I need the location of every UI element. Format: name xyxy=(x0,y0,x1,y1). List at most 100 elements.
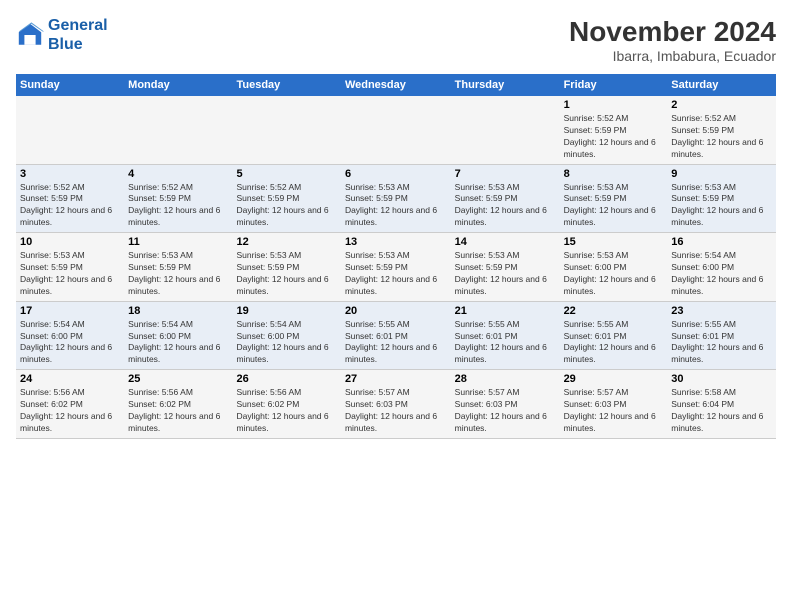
calendar-cell: 12Sunrise: 5:53 AMSunset: 5:59 PMDayligh… xyxy=(232,233,340,302)
day-info: Sunrise: 5:52 AMSunset: 5:59 PMDaylight:… xyxy=(128,182,228,230)
calendar-cell: 13Sunrise: 5:53 AMSunset: 5:59 PMDayligh… xyxy=(341,233,451,302)
day-info: Sunrise: 5:54 AMSunset: 6:00 PMDaylight:… xyxy=(236,319,336,367)
calendar-cell: 18Sunrise: 5:54 AMSunset: 6:00 PMDayligh… xyxy=(124,301,232,370)
day-info: Sunrise: 5:54 AMSunset: 6:00 PMDaylight:… xyxy=(20,319,120,367)
day-info: Sunrise: 5:53 AMSunset: 5:59 PMDaylight:… xyxy=(564,182,664,230)
logo-icon xyxy=(16,21,44,49)
header-tuesday: Tuesday xyxy=(232,74,340,96)
calendar-cell: 9 Sunrise: 5:53 AMSunset: 5:59 PMDaylight… xyxy=(667,164,776,233)
day-number: 25 xyxy=(128,373,228,385)
calendar-cell: 26 Sunrise: 5:56 AMSunset: 6:02 PMDayligh… xyxy=(232,370,340,439)
week-row-1: 3Sunrise: 5:52 AMSunset: 5:59 PMDaylight… xyxy=(16,164,776,233)
header-thursday: Thursday xyxy=(451,74,560,96)
day-number: 28 xyxy=(455,373,556,385)
day-info: Sunrise: 5:55 AMSunset: 6:01 PMDaylight:… xyxy=(564,319,664,367)
day-info: Sunrise: 5:53 AMSunset: 5:59 PMDaylight:… xyxy=(345,182,447,230)
day-number: 12 xyxy=(236,236,336,248)
day-info: Sunrise: 5:56 AMSunset: 6:02 PMDaylight:… xyxy=(128,387,228,435)
calendar-cell: 8 Sunrise: 5:53 AMSunset: 5:59 PMDaylight… xyxy=(560,164,668,233)
day-number: 20 xyxy=(345,305,447,317)
logo-general: General xyxy=(48,17,108,34)
day-info: Sunrise: 5:53 AMSunset: 5:59 PMDaylight:… xyxy=(20,250,120,298)
day-number: 4 xyxy=(128,168,228,180)
calendar-cell: 19 Sunrise: 5:54 AMSunset: 6:00 PMDayligh… xyxy=(232,301,340,370)
day-info: Sunrise: 5:55 AMSunset: 6:01 PMDaylight:… xyxy=(345,319,447,367)
day-info: Sunrise: 5:55 AMSunset: 6:01 PMDaylight:… xyxy=(671,319,772,367)
day-number: 24 xyxy=(20,373,120,385)
calendar-cell: 5 Sunrise: 5:52 AMSunset: 5:59 PMDaylight… xyxy=(232,164,340,233)
day-info: Sunrise: 5:55 AMSunset: 6:01 PMDaylight:… xyxy=(455,319,556,367)
calendar-cell: 17 Sunrise: 5:54 AMSunset: 6:00 PMDayligh… xyxy=(16,301,124,370)
week-row-3: 17 Sunrise: 5:54 AMSunset: 6:00 PMDayligh… xyxy=(16,301,776,370)
subtitle: Ibarra, Imbabura, Ecuador xyxy=(569,48,776,64)
day-number: 19 xyxy=(236,305,336,317)
calendar-cell: 6 Sunrise: 5:53 AMSunset: 5:59 PMDaylight… xyxy=(341,164,451,233)
day-info: Sunrise: 5:53 AMSunset: 5:59 PMDaylight:… xyxy=(455,250,556,298)
day-number: 10 xyxy=(20,236,120,248)
header: General Blue November 2024 Ibarra, Imbab… xyxy=(16,16,776,64)
day-info: Sunrise: 5:52 AMSunset: 5:59 PMDaylight:… xyxy=(236,182,336,230)
day-info: Sunrise: 5:53 AMSunset: 5:59 PMDaylight:… xyxy=(128,250,228,298)
calendar-cell: 3Sunrise: 5:52 AMSunset: 5:59 PMDaylight… xyxy=(16,164,124,233)
day-info: Sunrise: 5:54 AMSunset: 6:00 PMDaylight:… xyxy=(671,250,772,298)
calendar-cell: 30 Sunrise: 5:58 AMSunset: 6:04 PMDayligh… xyxy=(667,370,776,439)
week-row-0: 1 Sunrise: 5:52 AMSunset: 5:59 PMDaylight… xyxy=(16,96,776,164)
calendar-cell: 23 Sunrise: 5:55 AMSunset: 6:01 PMDayligh… xyxy=(667,301,776,370)
day-number: 14 xyxy=(455,236,556,248)
header-wednesday: Wednesday xyxy=(341,74,451,96)
day-number: 16 xyxy=(671,236,772,248)
day-number: 9 xyxy=(671,168,772,180)
calendar-cell xyxy=(124,96,232,164)
calendar-cell: 10 Sunrise: 5:53 AMSunset: 5:59 PMDayligh… xyxy=(16,233,124,302)
calendar-cell: 2 Sunrise: 5:52 AMSunset: 5:59 PMDaylight… xyxy=(667,96,776,164)
calendar-cell: 16 Sunrise: 5:54 AMSunset: 6:00 PMDayligh… xyxy=(667,233,776,302)
day-info: Sunrise: 5:52 AMSunset: 5:59 PMDaylight:… xyxy=(20,182,120,230)
day-info: Sunrise: 5:57 AMSunset: 6:03 PMDaylight:… xyxy=(455,387,556,435)
header-sunday: Sunday xyxy=(16,74,124,96)
day-info: Sunrise: 5:54 AMSunset: 6:00 PMDaylight:… xyxy=(128,319,228,367)
day-number: 26 xyxy=(236,373,336,385)
day-number: 8 xyxy=(564,168,664,180)
day-number: 7 xyxy=(455,168,556,180)
day-info: Sunrise: 5:58 AMSunset: 6:04 PMDaylight:… xyxy=(671,387,772,435)
week-row-2: 10 Sunrise: 5:53 AMSunset: 5:59 PMDayligh… xyxy=(16,233,776,302)
day-number: 11 xyxy=(128,236,228,248)
day-number: 1 xyxy=(564,99,664,111)
day-info: Sunrise: 5:56 AMSunset: 6:02 PMDaylight:… xyxy=(236,387,336,435)
day-number: 23 xyxy=(671,305,772,317)
day-info: Sunrise: 5:53 AMSunset: 5:59 PMDaylight:… xyxy=(671,182,772,230)
logo: General Blue xyxy=(16,16,108,54)
calendar-cell: 7 Sunrise: 5:53 AMSunset: 5:59 PMDaylight… xyxy=(451,164,560,233)
day-number: 2 xyxy=(671,99,772,111)
calendar-table: SundayMondayTuesdayWednesdayThursdayFrid… xyxy=(16,74,776,439)
day-number: 6 xyxy=(345,168,447,180)
day-number: 5 xyxy=(236,168,336,180)
calendar-cell: 28 Sunrise: 5:57 AMSunset: 6:03 PMDayligh… xyxy=(451,370,560,439)
day-info: Sunrise: 5:57 AMSunset: 6:03 PMDaylight:… xyxy=(564,387,664,435)
day-info: Sunrise: 5:57 AMSunset: 6:03 PMDaylight:… xyxy=(345,387,447,435)
day-info: Sunrise: 5:56 AMSunset: 6:02 PMDaylight:… xyxy=(20,387,120,435)
day-number: 30 xyxy=(671,373,772,385)
calendar-cell xyxy=(16,96,124,164)
header-saturday: Saturday xyxy=(667,74,776,96)
calendar-cell: 24 Sunrise: 5:56 AMSunset: 6:02 PMDayligh… xyxy=(16,370,124,439)
calendar-cell: 29Sunrise: 5:57 AMSunset: 6:03 PMDayligh… xyxy=(560,370,668,439)
header-friday: Friday xyxy=(560,74,668,96)
day-number: 22 xyxy=(564,305,664,317)
day-info: Sunrise: 5:52 AMSunset: 5:59 PMDaylight:… xyxy=(564,113,664,161)
calendar-cell: 22 Sunrise: 5:55 AMSunset: 6:01 PMDayligh… xyxy=(560,301,668,370)
calendar-cell: 15Sunrise: 5:53 AMSunset: 6:00 PMDayligh… xyxy=(560,233,668,302)
calendar-cell xyxy=(232,96,340,164)
calendar-cell: 20 Sunrise: 5:55 AMSunset: 6:01 PMDayligh… xyxy=(341,301,451,370)
day-info: Sunrise: 5:53 AMSunset: 5:59 PMDaylight:… xyxy=(455,182,556,230)
day-number: 27 xyxy=(345,373,447,385)
calendar-header-row: SundayMondayTuesdayWednesdayThursdayFrid… xyxy=(16,74,776,96)
title-block: November 2024 Ibarra, Imbabura, Ecuador xyxy=(569,16,776,64)
day-info: Sunrise: 5:52 AMSunset: 5:59 PMDaylight:… xyxy=(671,113,772,161)
day-number: 15 xyxy=(564,236,664,248)
calendar-cell: 27 Sunrise: 5:57 AMSunset: 6:03 PMDayligh… xyxy=(341,370,451,439)
calendar-cell xyxy=(451,96,560,164)
logo-text: General Blue xyxy=(48,16,108,54)
day-number: 17 xyxy=(20,305,120,317)
calendar-cell: 14 Sunrise: 5:53 AMSunset: 5:59 PMDayligh… xyxy=(451,233,560,302)
